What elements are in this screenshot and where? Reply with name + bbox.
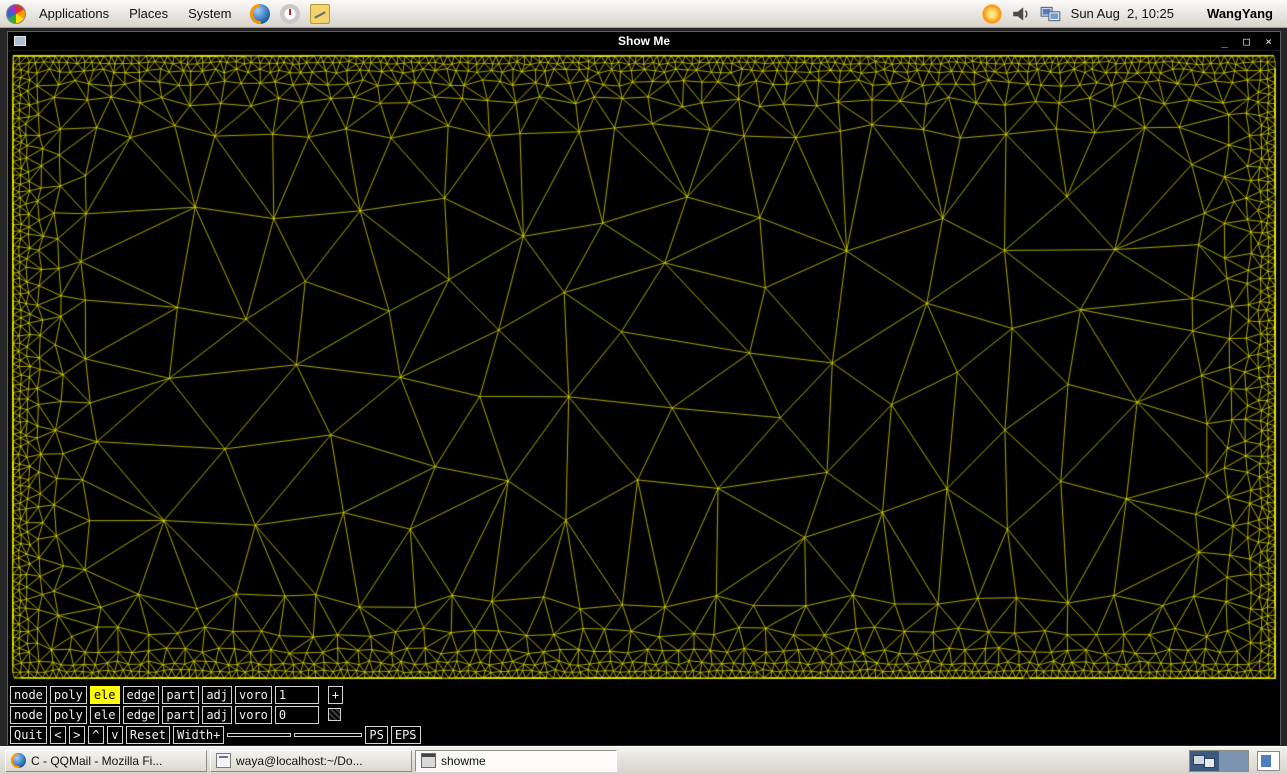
blank-button-1[interactable] bbox=[227, 732, 292, 737]
titlebar[interactable]: Show Me _ □ × bbox=[8, 32, 1280, 51]
panel-username: WangYang bbox=[1207, 6, 1273, 21]
edge-button-row2[interactable]: edge bbox=[122, 705, 160, 724]
pan-up-button[interactable]: ^ bbox=[87, 725, 104, 744]
display-row-1: node poly ele edge part adj voro 1 + bbox=[10, 685, 1280, 704]
task-showme[interactable]: showme bbox=[415, 749, 617, 772]
tray-icon[interactable] bbox=[1257, 750, 1280, 771]
small-toggle-button[interactable] bbox=[327, 708, 341, 721]
taskbar: C - QQMail - Mozilla Fi... waya@localhos… bbox=[0, 746, 1287, 774]
blank-button-2[interactable] bbox=[294, 732, 363, 737]
node-button-row1[interactable]: node bbox=[10, 685, 47, 704]
display-row-2: node poly ele edge part adj voro 0 bbox=[10, 705, 1280, 724]
window-menu-icon[interactable] bbox=[14, 36, 26, 46]
quit-button[interactable]: Quit bbox=[10, 725, 47, 744]
iteration-number-row2: 0 bbox=[274, 705, 319, 724]
close-button[interactable]: × bbox=[1263, 33, 1274, 50]
workspace-switcher[interactable] bbox=[1189, 749, 1249, 772]
firefox-launcher-icon[interactable] bbox=[250, 3, 271, 24]
network-monitors-icon[interactable] bbox=[1040, 4, 1062, 24]
update-notifier-icon[interactable] bbox=[981, 3, 1002, 24]
reset-button[interactable]: Reset bbox=[125, 725, 171, 744]
distro-logo-icon[interactable] bbox=[6, 3, 26, 24]
task-firefox[interactable]: C - QQMail - Mozilla Fi... bbox=[5, 749, 207, 772]
top-panel: Applications Places System Sun Aug 2, 10… bbox=[0, 0, 1287, 28]
width-plus-button[interactable]: Width+ bbox=[173, 725, 225, 744]
edge-button-row1[interactable]: edge bbox=[122, 685, 160, 704]
clock-launcher-icon[interactable] bbox=[280, 3, 301, 24]
ele-button-row1[interactable]: ele bbox=[89, 685, 120, 704]
iteration-plus-button[interactable]: + bbox=[327, 685, 344, 704]
showme-controls: node poly ele edge part adj voro 1 + nod… bbox=[8, 683, 1280, 745]
voro-button-row1[interactable]: voro bbox=[235, 685, 272, 704]
task-terminal[interactable]: waya@localhost:~/Do... bbox=[210, 749, 412, 772]
workspace-2[interactable] bbox=[1219, 750, 1248, 771]
window-title: Show Me bbox=[617, 34, 670, 48]
adj-button-row1[interactable]: adj bbox=[202, 685, 232, 704]
part-button-row1[interactable]: part bbox=[162, 685, 200, 704]
task-terminal-label: waya@localhost:~/Do... bbox=[236, 753, 363, 768]
maximize-button[interactable]: □ bbox=[1241, 33, 1252, 50]
notes-launcher-icon[interactable] bbox=[310, 3, 331, 24]
voro-button-row2[interactable]: voro bbox=[235, 705, 272, 724]
menu-places[interactable]: Places bbox=[120, 2, 177, 25]
workspace-1[interactable] bbox=[1190, 750, 1219, 771]
terminal-icon bbox=[216, 753, 231, 768]
poly-button-row1[interactable]: poly bbox=[49, 685, 87, 704]
part-button-row2[interactable]: part bbox=[162, 705, 200, 724]
menu-system[interactable]: System bbox=[179, 2, 240, 25]
firefox-icon bbox=[11, 753, 26, 768]
adj-button-row2[interactable]: adj bbox=[202, 705, 232, 724]
menu-applications[interactable]: Applications bbox=[30, 2, 118, 25]
window-icon bbox=[421, 753, 436, 768]
node-button-row2[interactable]: node bbox=[10, 705, 47, 724]
minimize-button[interactable]: _ bbox=[1219, 33, 1230, 50]
volume-icon[interactable] bbox=[1011, 4, 1031, 24]
action-row: Quit < > ^ v Reset Width+ PS EPS bbox=[10, 725, 1280, 744]
poly-button-row2[interactable]: poly bbox=[49, 705, 87, 724]
ps-button[interactable]: PS bbox=[365, 725, 388, 744]
panel-clock[interactable]: Sun Aug 2, 10:25 bbox=[1071, 6, 1174, 21]
mesh-viewport[interactable] bbox=[8, 51, 1280, 683]
iteration-number-row1: 1 bbox=[274, 685, 319, 704]
mesh-canvas[interactable] bbox=[8, 51, 1280, 683]
showme-window: Show Me _ □ × node poly ele edge part ad… bbox=[7, 31, 1281, 745]
pan-right-button[interactable]: > bbox=[68, 725, 85, 744]
eps-button[interactable]: EPS bbox=[390, 725, 421, 744]
ele-button-row2[interactable]: ele bbox=[89, 705, 120, 724]
task-firefox-label: C - QQMail - Mozilla Fi... bbox=[31, 753, 163, 768]
task-showme-label: showme bbox=[441, 753, 486, 768]
pan-down-button[interactable]: v bbox=[106, 725, 123, 744]
pan-left-button[interactable]: < bbox=[49, 725, 66, 744]
